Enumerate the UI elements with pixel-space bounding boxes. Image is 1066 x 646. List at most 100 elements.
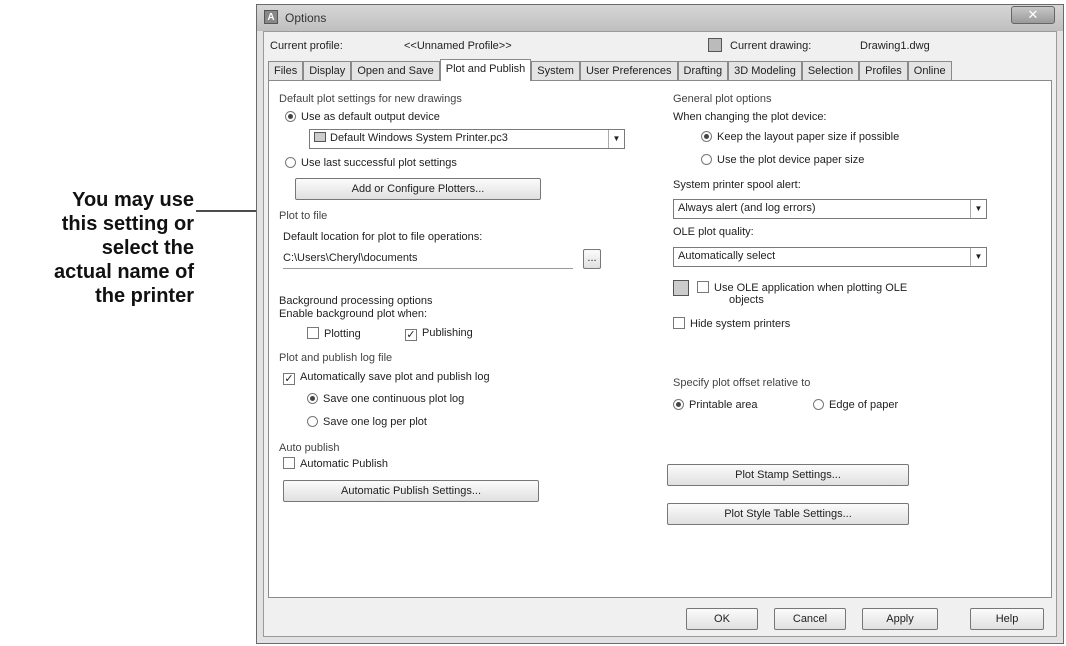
keep-layout-label: Keep the layout paper size if possible <box>717 131 900 143</box>
use-last-settings-option[interactable]: Use last successful plot settings <box>285 157 457 169</box>
use-ole-label: Use OLE application when plotting OLE <box>714 282 908 294</box>
default-location-label: Default location for plot to file operat… <box>283 231 483 243</box>
browse-button[interactable]: ... <box>583 249 601 269</box>
tab-files[interactable]: Files <box>268 61 304 81</box>
tab-online[interactable]: Online <box>907 61 952 81</box>
auto-save-log-label: Automatically save plot and publish log <box>300 371 490 383</box>
publishing-checkbox[interactable]: ✓ <box>405 329 417 341</box>
use-default-device-radio[interactable] <box>285 111 296 122</box>
hide-printers-option[interactable]: Hide system printers <box>673 317 790 330</box>
output-device-dropdown[interactable]: Default Windows System Printer.pc3 ▼ <box>309 129 625 149</box>
chevron-down-icon[interactable]: ▼ <box>970 200 986 218</box>
ole-quality-value: Automatically select <box>678 250 776 262</box>
options-dialog: A Options ✕ Current profile: <<Unnamed P… <box>256 4 1064 644</box>
annotation-line: You may use <box>72 189 194 211</box>
spool-alert-value: Always alert (and log errors) <box>678 202 816 214</box>
continuous-log-label: Save one continuous plot log <box>323 393 465 405</box>
use-ole-option[interactable]: Use OLE application when plotting OLE <box>697 281 907 294</box>
plotting-label: Plotting <box>324 328 361 340</box>
edge-of-paper-radio[interactable] <box>813 399 824 410</box>
chevron-down-icon[interactable]: ▼ <box>970 248 986 266</box>
tab-strip: Files Display Open and Save Plot and Pub… <box>268 59 952 81</box>
auto-save-log-option[interactable]: ✓ Automatically save plot and publish log <box>283 371 490 385</box>
printable-area-option[interactable]: Printable area <box>673 399 758 411</box>
help-button[interactable]: Help <box>970 608 1044 630</box>
log-file-heading: Plot and publish log file <box>279 352 393 364</box>
tab-system[interactable]: System <box>531 61 580 81</box>
app-icon: A <box>264 10 278 24</box>
general-plot-options-heading: General plot options <box>673 93 772 105</box>
cancel-button[interactable]: Cancel <box>774 608 846 630</box>
use-last-settings-radio[interactable] <box>285 157 296 168</box>
tab-display[interactable]: Display <box>303 61 352 81</box>
current-profile-value: <<Unnamed Profile>> <box>404 40 512 52</box>
plot-to-file-heading: Plot to file <box>279 210 328 222</box>
use-default-device-label: Use as default output device <box>301 111 440 123</box>
ole-quality-dropdown[interactable]: Automatically select ▼ <box>673 247 987 267</box>
annotation-callout: You may use this setting or select the a… <box>0 188 194 308</box>
plot-and-publish-panel: Default plot settings for new drawings U… <box>268 80 1052 598</box>
chevron-down-icon[interactable]: ▼ <box>608 130 624 148</box>
log-per-plot-radio[interactable] <box>307 416 318 427</box>
log-per-plot-option[interactable]: Save one log per plot <box>307 416 427 428</box>
tab-3d-modeling[interactable]: 3D Modeling <box>728 61 802 81</box>
automatic-publish-option[interactable]: Automatic Publish <box>283 457 388 470</box>
publishing-label: Publishing <box>422 327 473 339</box>
apply-button[interactable]: Apply <box>862 608 938 630</box>
printable-area-radio[interactable] <box>673 399 684 410</box>
spool-alert-label: System printer spool alert: <box>673 179 801 191</box>
close-icon[interactable]: ✕ <box>1011 6 1055 24</box>
ok-button[interactable]: OK <box>686 608 758 630</box>
keep-layout-radio[interactable] <box>701 131 712 142</box>
plotting-checkbox[interactable] <box>307 327 319 339</box>
dialog-client-area: Current profile: <<Unnamed Profile>> Cur… <box>263 31 1057 637</box>
when-changing-device-label: When changing the plot device: <box>673 111 827 123</box>
use-ole-label-continued: objects <box>729 294 764 306</box>
automatic-publish-checkbox[interactable] <box>283 457 295 469</box>
continuous-log-option[interactable]: Save one continuous plot log <box>307 393 464 405</box>
annotation-line: the printer <box>95 285 194 307</box>
edge-of-paper-option[interactable]: Edge of paper <box>813 399 898 411</box>
annotation-line: select the <box>101 237 194 259</box>
annotation-line: this setting or <box>61 213 194 235</box>
tab-user-preferences[interactable]: User Preferences <box>579 61 678 81</box>
hide-printers-checkbox[interactable] <box>673 317 685 329</box>
current-drawing-value: Drawing1.dwg <box>860 40 930 52</box>
use-device-paper-label: Use the plot device paper size <box>717 154 865 166</box>
log-per-plot-label: Save one log per plot <box>323 416 427 428</box>
hide-printers-label: Hide system printers <box>690 318 791 330</box>
spool-alert-dropdown[interactable]: Always alert (and log errors) ▼ <box>673 199 987 219</box>
default-location-field[interactable]: C:\Users\Cheryl\documents <box>283 249 573 269</box>
auto-publish-heading: Auto publish <box>279 442 340 454</box>
title-bar: A Options ✕ <box>257 5 1063 31</box>
output-device-value: Default Windows System Printer.pc3 <box>330 132 508 144</box>
auto-save-log-checkbox[interactable]: ✓ <box>283 373 295 385</box>
window-title: Options <box>285 11 327 25</box>
tab-selection[interactable]: Selection <box>801 61 860 81</box>
automatic-publish-label: Automatic Publish <box>300 458 389 470</box>
current-profile-label: Current profile: <box>270 40 343 52</box>
keep-layout-option[interactable]: Keep the layout paper size if possible <box>701 131 899 143</box>
add-configure-plotters-button[interactable]: Add or Configure Plotters... <box>295 178 541 200</box>
publishing-option[interactable]: ✓ Publishing <box>405 327 473 341</box>
ole-icon <box>673 280 689 296</box>
current-drawing-label: Current drawing: <box>730 40 812 52</box>
tab-profiles[interactable]: Profiles <box>859 61 908 81</box>
ole-quality-label: OLE plot quality: <box>673 226 754 238</box>
tab-plot-and-publish[interactable]: Plot and Publish <box>439 59 532 81</box>
annotation-line: actual name of <box>53 261 194 283</box>
use-ole-checkbox[interactable] <box>697 281 709 293</box>
current-drawing: Current drawing: <box>708 38 811 52</box>
drawing-icon <box>708 38 722 52</box>
continuous-log-radio[interactable] <box>307 393 318 404</box>
plot-style-table-settings-button[interactable]: Plot Style Table Settings... <box>667 503 909 525</box>
tab-drafting[interactable]: Drafting <box>677 61 729 81</box>
use-device-paper-radio[interactable] <box>701 154 712 165</box>
automatic-publish-settings-button[interactable]: Automatic Publish Settings... <box>283 480 539 502</box>
use-device-paper-option[interactable]: Use the plot device paper size <box>701 154 864 166</box>
plot-stamp-settings-button[interactable]: Plot Stamp Settings... <box>667 464 909 486</box>
tab-open-and-save[interactable]: Open and Save <box>351 61 440 81</box>
printer-icon <box>314 132 326 142</box>
use-default-device-option[interactable]: Use as default output device <box>285 111 440 123</box>
plotting-option[interactable]: Plotting <box>307 327 361 340</box>
